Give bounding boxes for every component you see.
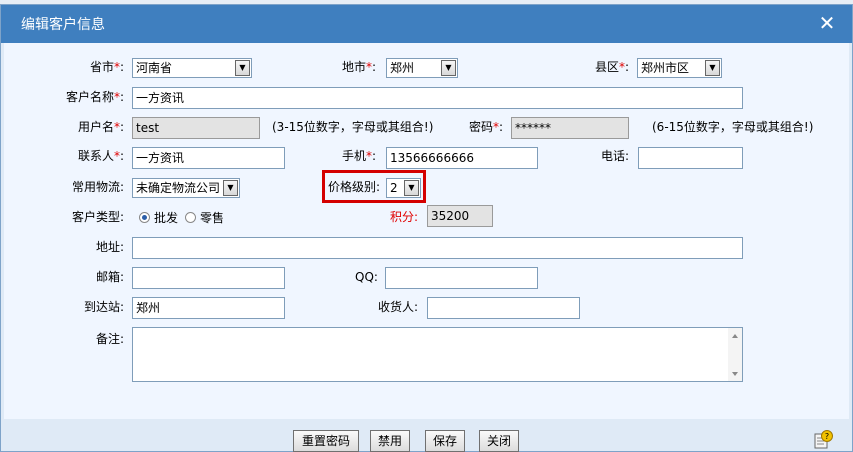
email-label: 邮箱: bbox=[96, 270, 125, 284]
mobile-input[interactable]: 13566666666 bbox=[386, 147, 538, 169]
city-select[interactable]: 郑州 ▼ bbox=[386, 58, 458, 78]
points-label: 积分: bbox=[390, 210, 419, 224]
customer-type-label: 客户类型: bbox=[72, 210, 125, 224]
district-select[interactable]: 郑州市区 ▼ bbox=[637, 58, 722, 78]
username-input[interactable]: test bbox=[132, 117, 260, 139]
contact-label: 联系人*: bbox=[78, 149, 125, 163]
radio-retail-label: 零售 bbox=[200, 211, 225, 225]
scrollbar-arrows-icon bbox=[732, 334, 738, 376]
radio-wholesale-label: 批发 bbox=[154, 211, 179, 225]
edit-customer-dialog: 编辑客户信息 ✕ 省市*: 河南省 ▼ 地市*: 郑州 ▼ 县区*: 郑州市区 … bbox=[0, 4, 853, 452]
radio-retail[interactable] bbox=[185, 212, 196, 223]
qq-input[interactable] bbox=[385, 267, 538, 289]
help-icon[interactable]: ? bbox=[813, 428, 833, 450]
city-value: 郑州 bbox=[390, 61, 415, 75]
chevron-down-icon: ▼ bbox=[705, 60, 720, 76]
disable-button[interactable]: 禁用 bbox=[370, 430, 410, 452]
remark-label: 备注: bbox=[96, 332, 125, 346]
logistics-select[interactable]: 未确定物流公司 ▼ bbox=[132, 178, 240, 198]
password-input[interactable]: ****** bbox=[511, 117, 629, 139]
customer-name-input[interactable]: 一方资讯 bbox=[132, 87, 743, 109]
chevron-down-icon: ▼ bbox=[235, 60, 250, 76]
logistics-label: 常用物流: bbox=[72, 180, 125, 194]
receiver-input[interactable] bbox=[427, 297, 580, 319]
email-input[interactable] bbox=[132, 267, 285, 289]
radio-wholesale[interactable] bbox=[139, 212, 150, 223]
radio-selected-dot bbox=[142, 215, 147, 220]
username-label: 用户名*: bbox=[78, 120, 125, 134]
phone-input[interactable] bbox=[638, 147, 743, 169]
province-select[interactable]: 河南省 ▼ bbox=[132, 58, 252, 78]
address-input[interactable] bbox=[132, 237, 743, 259]
district-value: 郑州市区 bbox=[641, 61, 690, 75]
title-bar: 编辑客户信息 ✕ bbox=[1, 5, 852, 43]
chevron-down-icon: ▼ bbox=[441, 60, 456, 76]
customer-name-label: 客户名称*: bbox=[66, 90, 125, 104]
city-label: 地市*: bbox=[342, 60, 377, 74]
remark-scrollbar[interactable] bbox=[728, 328, 742, 381]
dialog-title: 编辑客户信息 bbox=[21, 17, 105, 33]
close-icon[interactable]: ✕ bbox=[816, 11, 838, 35]
save-button[interactable]: 保存 bbox=[425, 430, 465, 452]
close-button[interactable]: 关闭 bbox=[479, 430, 519, 452]
points-input[interactable]: 35200 bbox=[427, 205, 493, 227]
logistics-value: 未确定物流公司 bbox=[136, 181, 221, 195]
address-label: 地址: bbox=[96, 240, 125, 254]
contact-input[interactable]: 一方资讯 bbox=[132, 147, 285, 169]
mobile-label: 手机*: bbox=[342, 149, 377, 163]
district-label: 县区*: bbox=[595, 60, 630, 74]
phone-label: 电话: bbox=[601, 149, 630, 163]
station-label: 到达站: bbox=[84, 300, 125, 314]
qq-label: QQ: bbox=[355, 270, 378, 284]
price-level-highlight bbox=[322, 170, 426, 203]
password-label: 密码*: bbox=[469, 120, 504, 134]
form-body: 省市*: 河南省 ▼ 地市*: 郑州 ▼ 县区*: 郑州市区 ▼ 客户名称*: … bbox=[4, 43, 849, 419]
remark-textarea[interactable] bbox=[132, 327, 743, 382]
chevron-down-icon: ▼ bbox=[223, 180, 238, 196]
province-label: 省市*: bbox=[90, 60, 125, 74]
svg-text:?: ? bbox=[825, 432, 829, 441]
receiver-label: 收货人: bbox=[378, 300, 419, 314]
reset-password-button[interactable]: 重置密码 bbox=[293, 430, 359, 452]
password-hint: (6-15位数字，字母或其组合!) bbox=[652, 120, 814, 134]
username-hint: (3-15位数字，字母或其组合!) bbox=[272, 120, 434, 134]
station-input[interactable]: 郑州 bbox=[132, 297, 285, 319]
province-value: 河南省 bbox=[136, 61, 173, 75]
